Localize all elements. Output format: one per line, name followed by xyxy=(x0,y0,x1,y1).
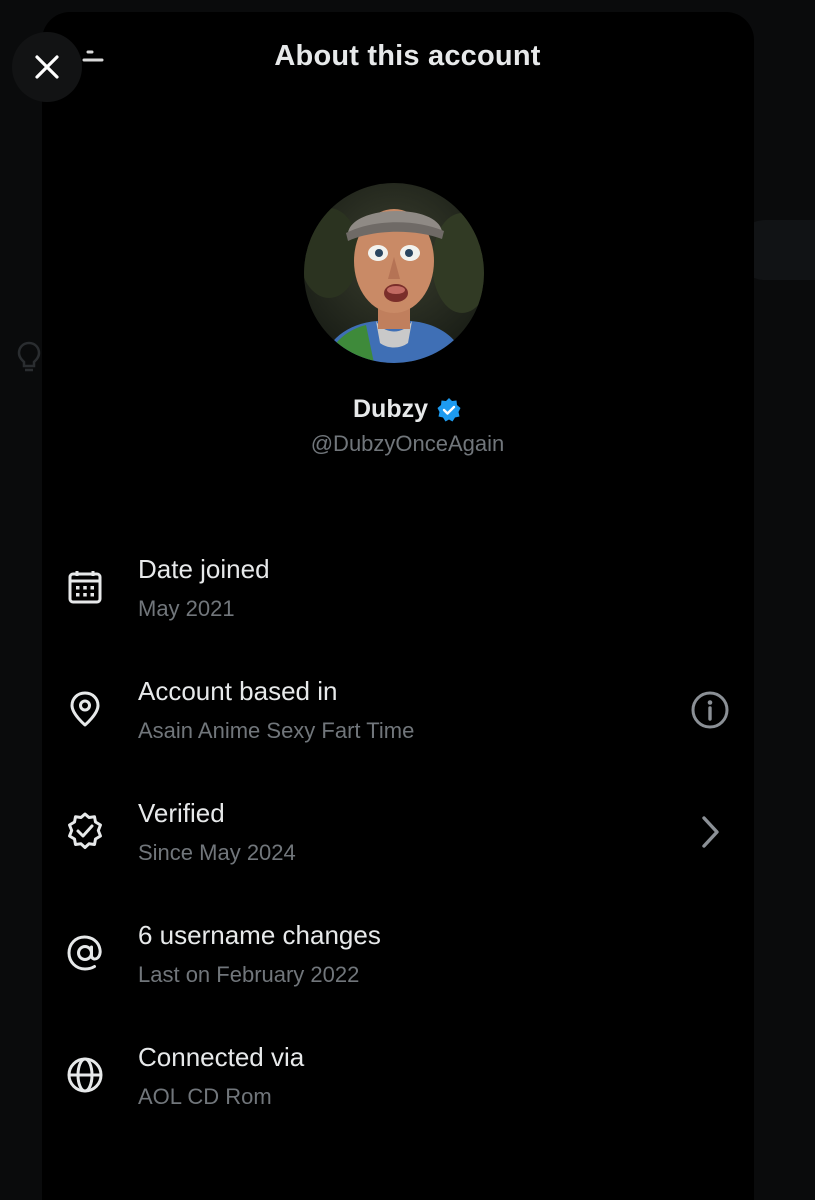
info-row-verified[interactable]: Verified Since May 2024 xyxy=(0,796,815,896)
row-title: Date joined xyxy=(138,554,270,584)
display-name-row: Dubzy xyxy=(0,395,815,424)
row-title: 6 username changes xyxy=(138,920,381,950)
info-button[interactable] xyxy=(688,688,732,732)
lightbulb-icon xyxy=(17,341,41,372)
calendar-icon xyxy=(62,564,108,610)
info-row-account-based-in: Account based in Asain Anime Sexy Fart T… xyxy=(0,674,815,774)
display-name: Dubzy xyxy=(353,395,428,423)
row-subtitle: Since May 2024 xyxy=(138,840,296,865)
verified-badge-icon xyxy=(62,808,108,854)
row-subtitle: May 2021 xyxy=(138,596,235,621)
row-subtitle: Asain Anime Sexy Fart Time xyxy=(138,718,415,743)
info-row-date-joined: Date joined May 2021 xyxy=(0,552,815,652)
page-title: About this account xyxy=(274,40,541,72)
row-subtitle: AOL CD Rom xyxy=(138,1084,272,1109)
location-pin-icon xyxy=(62,686,108,732)
row-title: Verified xyxy=(138,798,225,828)
row-title: Account based in xyxy=(138,676,338,706)
info-row-username-changes: 6 username changes Last on February 2022 xyxy=(0,918,815,1018)
info-row-connected-via: Connected via AOL CD Rom xyxy=(0,1040,815,1140)
chevron-right-icon xyxy=(702,816,719,848)
verified-details-button[interactable] xyxy=(688,810,732,854)
verified-check-icon xyxy=(437,397,461,421)
row-title: Connected via xyxy=(138,1042,305,1072)
row-subtitle: Last on February 2022 xyxy=(138,962,360,987)
avatar xyxy=(304,183,484,363)
globe-icon xyxy=(62,1052,108,1098)
info-icon xyxy=(691,691,729,729)
at-sign-icon xyxy=(62,930,108,976)
handle: @DubzyOnceAgain xyxy=(310,431,505,456)
